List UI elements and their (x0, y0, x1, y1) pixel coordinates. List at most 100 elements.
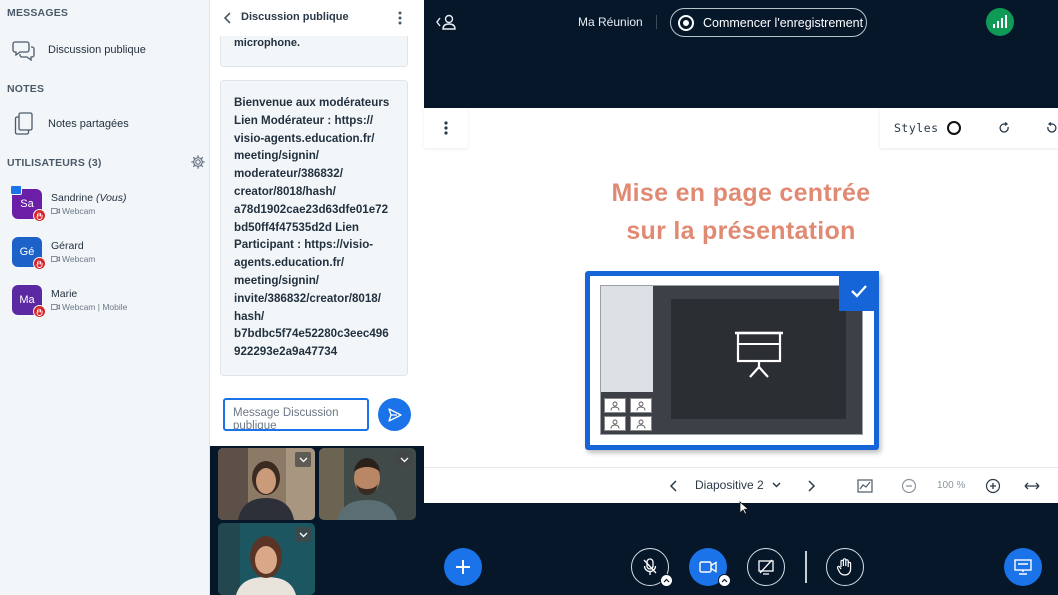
user-name: Sandrine (Vous) (51, 192, 127, 204)
chat-bubbles-icon (0, 39, 48, 61)
raised-hand-icon (33, 257, 46, 270)
presenter-icon (10, 185, 22, 195)
user-name: Gérard (51, 240, 84, 252)
zoom-out-icon[interactable] (901, 478, 917, 494)
chevron-up-icon (721, 578, 728, 583)
chat-header: Discussion publique (210, 0, 424, 36)
connection-status-button[interactable] (986, 8, 1014, 36)
layout-presentation-block (671, 299, 846, 419)
more-options-icon[interactable] (395, 10, 405, 26)
user-list-item[interactable]: Sa Sandrine (Vous) Webcam (0, 185, 209, 229)
chart-icon[interactable] (857, 478, 873, 494)
chat-message-input[interactable]: Message Discussion publique (223, 398, 369, 431)
more-options-icon (444, 121, 448, 135)
fit-width-icon[interactable] (1024, 478, 1040, 494)
slide-selector[interactable]: Diapositive 2 (695, 478, 781, 492)
raised-hand-icon (33, 305, 46, 318)
presentation-icon (1014, 559, 1032, 575)
user-status: Webcam (51, 254, 95, 264)
sidebar-item-shared-notes[interactable]: Notes partagées (0, 107, 209, 141)
slide-title: Mise en page centrée sur la présentation (574, 174, 908, 250)
user-list-item[interactable]: Ma Marie Webcam | Mobile (0, 281, 209, 325)
notes-heading: NOTES (7, 83, 45, 95)
undo-icon[interactable] (1045, 122, 1057, 134)
chevron-down-icon (299, 457, 307, 462)
webcam-tile[interactable] (319, 448, 416, 520)
user-status-text: Webcam (62, 254, 96, 264)
slide-title-line-1: Mise en page centrée (611, 179, 871, 207)
previous-slide-icon[interactable] (668, 478, 680, 494)
whiteboard-toolbar: Styles (880, 108, 1058, 148)
layout-user-tile (630, 398, 652, 413)
meeting-title: Ma Réunion (578, 15, 643, 29)
webcam-options-button[interactable] (396, 452, 412, 467)
actions-plus-button[interactable] (444, 548, 482, 586)
send-button[interactable] (378, 398, 411, 431)
user-status: Webcam (51, 206, 95, 216)
record-icon (678, 14, 694, 31)
zoom-in-icon[interactable] (985, 478, 1001, 494)
layout-user-tile (630, 416, 652, 431)
chevron-left-icon[interactable] (222, 10, 234, 26)
divider (805, 551, 807, 583)
styles-circle-icon[interactable] (946, 121, 961, 135)
chat-message: Bienvenue aux modérateurs Lien Modérateu… (220, 80, 408, 376)
webcam-tile[interactable] (218, 523, 315, 595)
users-heading: UTILISATEURS (3) (7, 157, 102, 169)
raise-hand-button[interactable] (826, 548, 864, 586)
webcam-options-button[interactable] (295, 452, 311, 467)
redo-icon[interactable] (999, 122, 1011, 134)
webcam-tile[interactable] (218, 448, 315, 520)
camera-icon (699, 561, 717, 573)
chevron-down-icon (772, 482, 781, 488)
chevron-down-icon (299, 532, 307, 537)
start-recording-button[interactable]: Commencer l'enregistrement (670, 8, 867, 37)
mouse-cursor-icon (739, 501, 749, 515)
layout-preview-card[interactable] (585, 271, 879, 450)
slide-selector-label: Diapositive 2 (695, 478, 764, 492)
presentation-top-spacer (424, 44, 1058, 108)
audio-settings-chevron[interactable] (660, 574, 673, 587)
camera-icon (51, 208, 60, 214)
screen-share-off-icon (758, 559, 774, 575)
notes-icon (0, 112, 48, 136)
presentation-footer: Diapositive 2 100 % (424, 467, 1058, 503)
next-slide-icon[interactable] (805, 478, 817, 494)
gear-icon[interactable] (191, 155, 205, 169)
user-name-text: Sandrine (51, 192, 94, 204)
chevron-up-icon (663, 578, 670, 583)
top-bar: Ma Réunion Commencer l'enregistrement (424, 0, 1058, 44)
user-name: Marie (51, 288, 78, 300)
layout-preview (600, 285, 863, 435)
checkmark-icon (851, 285, 867, 298)
toggle-user-list-icon[interactable] (436, 13, 458, 31)
sidebar-item-public-chat[interactable]: Discussion publique (0, 33, 209, 67)
zoom-level: 100 % (937, 480, 966, 491)
slide-title-line-2: sur la présentation (626, 217, 856, 245)
presentation-area: Styles Mise en page centrée sur la prése… (424, 108, 1058, 503)
presentation-toggle-button[interactable] (1004, 548, 1042, 586)
webcam-options-button[interactable] (295, 527, 311, 542)
layout-user-tile (604, 416, 626, 431)
previous-message-text: microphone. (234, 37, 301, 49)
chat-title: Discussion publique (241, 11, 349, 23)
layout-selected-checkbox[interactable] (839, 271, 879, 311)
camera-icon (51, 304, 60, 310)
camera-settings-chevron[interactable] (718, 574, 731, 587)
user-list-item[interactable]: Gé Gérard Webcam (0, 233, 209, 277)
user-status-text: Webcam (62, 206, 96, 216)
presentation-options-button[interactable] (424, 108, 468, 148)
microphone-muted-icon (643, 558, 657, 575)
messages-heading: MESSAGES (7, 7, 69, 19)
user-you-tag: (Vous) (95, 192, 127, 204)
presentation-screen-icon (735, 331, 783, 378)
layout-user-tile (604, 398, 626, 413)
user-status: Webcam | Mobile (51, 302, 127, 312)
sidebar-item-label: Discussion publique (48, 44, 146, 56)
sidebar: MESSAGES Discussion publique NOTES Notes… (0, 0, 210, 595)
screen-share-button[interactable] (747, 548, 785, 586)
raised-hand-icon (33, 209, 46, 222)
chevron-down-icon (400, 457, 408, 462)
hand-icon (837, 558, 852, 576)
layout-sidebar-block (601, 286, 653, 392)
